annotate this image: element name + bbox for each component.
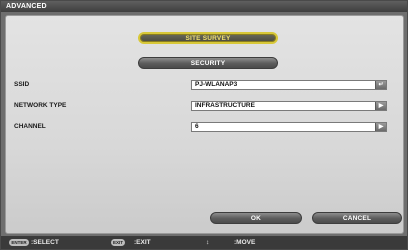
ssid-value: PJ-WLANAP3	[195, 81, 238, 88]
ok-button[interactable]: OK	[210, 212, 302, 224]
updown-arrow-icon: ↕	[206, 239, 210, 246]
site-survey-button[interactable]: SITE SURVEY	[138, 32, 278, 44]
dialog-title: ADVANCED	[1, 1, 407, 12]
network-type-value: INFRASTRUCTURE	[195, 102, 255, 109]
network-type-field[interactable]: INFRASTRUCTURE ▶	[191, 101, 387, 111]
advanced-dialog: ADVANCED SITE SURVEY SECURITY SSID PJ-WL…	[0, 0, 408, 250]
exit-key-icon: EXIT	[111, 239, 125, 246]
play-icon[interactable]: ▶	[375, 102, 386, 110]
settings-panel: SITE SURVEY SECURITY SSID PJ-WLANAP3 ↵ N…	[5, 15, 404, 234]
ssid-field[interactable]: PJ-WLANAP3 ↵	[191, 80, 387, 90]
play-icon[interactable]: ▶	[375, 123, 386, 131]
ssid-label: SSID	[14, 81, 30, 88]
enter-key-icon: ENTER	[9, 239, 29, 246]
channel-field[interactable]: 6 ▶	[191, 122, 387, 132]
channel-label: CHANNEL	[14, 123, 46, 130]
enter-icon[interactable]: ↵	[375, 81, 386, 89]
select-hint: :SELECT	[31, 239, 59, 246]
network-type-label: NETWORK TYPE	[14, 102, 67, 109]
status-bar: ENTER :SELECT EXIT :EXIT ↕ :MOVE	[1, 236, 407, 249]
security-button[interactable]: SECURITY	[138, 57, 278, 69]
move-hint: :MOVE	[234, 239, 256, 246]
exit-hint: :EXIT	[134, 239, 151, 246]
channel-value: 6	[195, 123, 199, 130]
cancel-button[interactable]: CANCEL	[312, 212, 402, 224]
